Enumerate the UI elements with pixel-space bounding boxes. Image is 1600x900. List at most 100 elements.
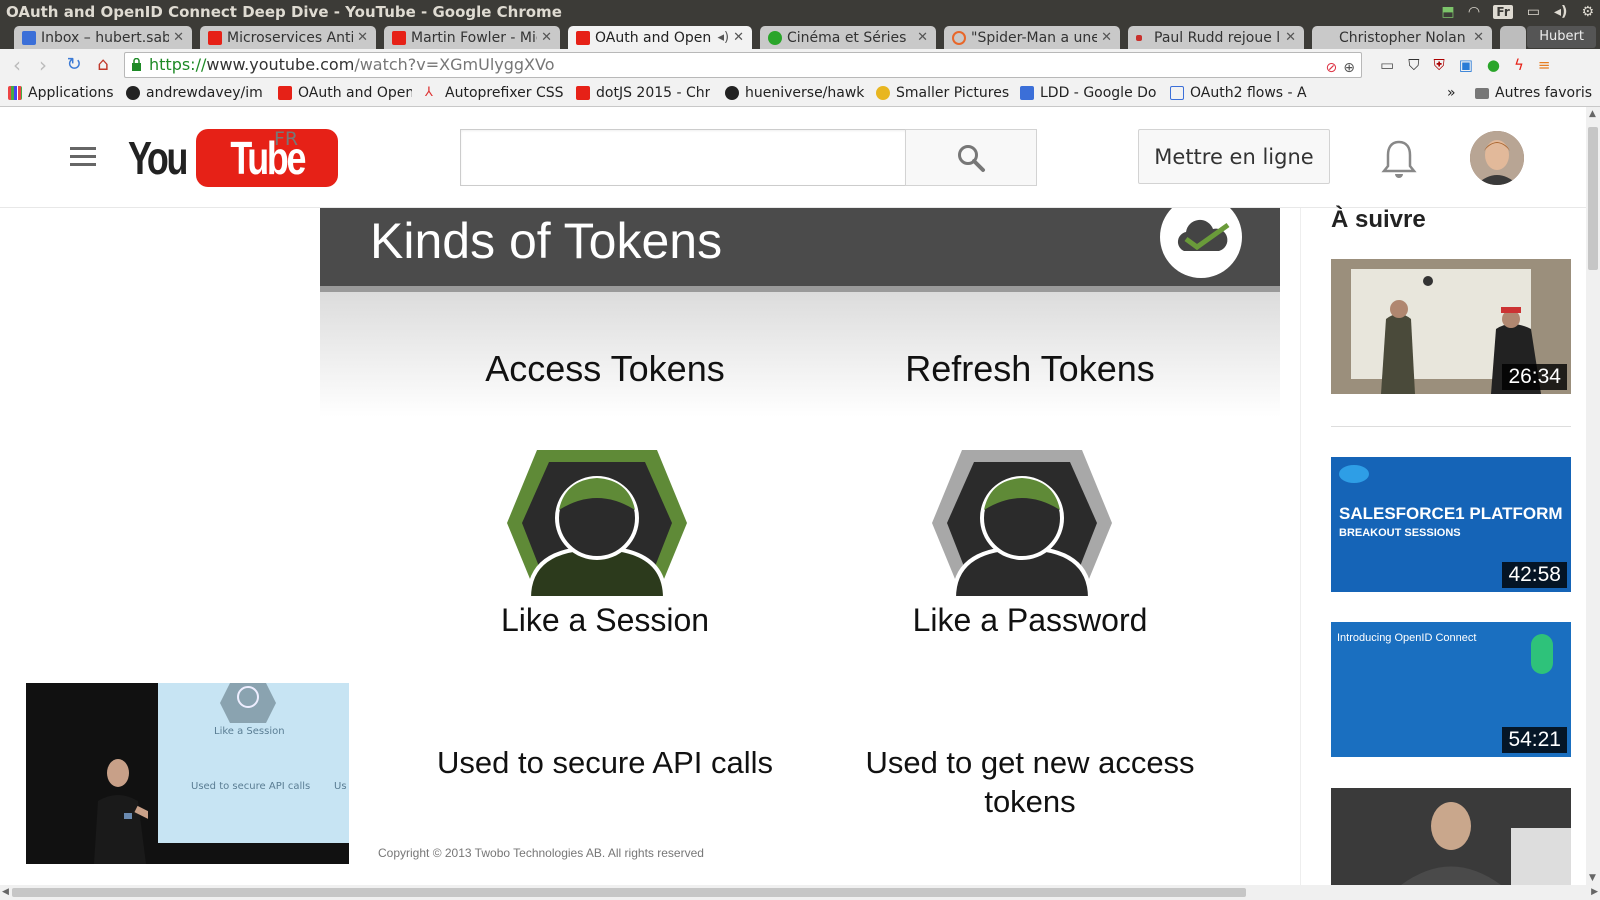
vertical-scrollbar[interactable]: ▲ ▼ (1586, 107, 1600, 885)
tab-inbox[interactable]: Inbox – hubert.sabl ✕ (14, 26, 192, 49)
pocket-icon[interactable]: ⛉ (1408, 56, 1419, 74)
tab-label: Martin Fowler - Mic (411, 29, 538, 46)
site-favicon-icon (1136, 34, 1142, 41)
projected-user-icon (220, 683, 276, 723)
bookmark-label: dotJS 2015 - Chri (596, 85, 710, 101)
scroll-up-arrow-icon[interactable]: ▲ (1589, 109, 1596, 119)
audio-playing-icon[interactable]: ◂) (717, 30, 729, 45)
projected-text-cut: Us (334, 781, 347, 792)
address-bar[interactable]: https://www.youtube.com/watch?v=XGmUlygg… (124, 52, 1362, 78)
tab-microservices[interactable]: Microservices Anti- ✕ (200, 26, 376, 49)
notifications-bell-icon[interactable] (1380, 138, 1418, 180)
logo-you-text: You (128, 132, 188, 184)
close-icon[interactable]: ✕ (1473, 30, 1484, 45)
url-scheme: https:// (149, 55, 207, 74)
video-thumb-headline: SALESFORCE1 PLATFORM (1339, 504, 1563, 523)
bookmark-oauth[interactable]: OAuth and Open (278, 85, 412, 101)
tab-spiderman[interactable]: "Spider-Man a une ✕ (944, 26, 1120, 49)
scroll-down-arrow-icon[interactable]: ▼ (1589, 873, 1596, 883)
flash-icon[interactable]: ϟ (1514, 56, 1524, 74)
up-next-separator (1331, 426, 1571, 427)
bulb-icon (876, 86, 890, 100)
blocked-content-icon[interactable]: ⊘ (1326, 56, 1338, 80)
ublock-icon[interactable]: ⛨ (1433, 56, 1444, 74)
guide-menu-icon[interactable] (70, 147, 96, 167)
up-next-heading: À suivre (1331, 206, 1426, 233)
cast-icon[interactable]: ▭ (1380, 56, 1394, 74)
battery-icon[interactable]: ▭ (1527, 4, 1540, 20)
close-icon[interactable]: ✕ (917, 30, 928, 45)
close-icon[interactable]: ✕ (173, 30, 184, 45)
close-icon[interactable]: ✕ (1101, 30, 1112, 45)
forward-arrow-icon[interactable]: › (32, 54, 54, 76)
close-icon[interactable]: ✕ (733, 30, 744, 45)
back-arrow-icon[interactable]: ‹ (6, 54, 28, 76)
youtube-logo[interactable]: You Tube (128, 128, 338, 188)
projected-slide (158, 683, 349, 843)
close-icon[interactable]: ✕ (1285, 30, 1296, 45)
horizontal-scrollbar[interactable]: ◀ ▶ (0, 885, 1600, 900)
keyboard-layout-indicator[interactable]: Fr (1493, 5, 1513, 19)
tab-label: Inbox – hubert.sabl (41, 29, 170, 46)
horizontal-scroll-thumb[interactable] (12, 888, 1246, 897)
bookmark-ldd[interactable]: LDD - Google Do (1020, 85, 1160, 101)
refresh-token-user-icon (932, 450, 1112, 598)
bookmark-label: hueniverse/hawk (745, 85, 865, 101)
up-next-video-1[interactable]: 26:34 (1331, 259, 1571, 394)
up-next-video-2[interactable]: SALESFORCE1 PLATFORM BREAKOUT SESSIONS 4… (1331, 457, 1571, 592)
tab-christopher-nolan[interactable]: Christopher Nolan ✕ (1312, 26, 1492, 49)
speaker-camera-inset: Like a Session Used to secure API calls … (26, 683, 349, 864)
tab-martin-fowler[interactable]: Martin Fowler - Mic ✕ (384, 26, 560, 49)
close-icon[interactable]: ✕ (541, 30, 552, 45)
reload-icon[interactable]: ↻ (63, 54, 85, 76)
bookmark-label: OAuth2 flows - A (1190, 85, 1307, 101)
wifi-icon[interactable]: ◠ (1469, 4, 1480, 20)
up-next-video-4[interactable] (1331, 788, 1571, 885)
bookmark-dotjs[interactable]: dotJS 2015 - Chri (576, 85, 710, 101)
tab-paul-rudd[interactable]: Paul Rudd rejoue la ✕ (1128, 26, 1304, 49)
refresh-token-analogy: Like a Password (912, 602, 1148, 638)
bookmark-other[interactable]: Autres favoris (1475, 85, 1592, 101)
profile-button[interactable]: Hubert (1527, 26, 1596, 48)
lock-icon (132, 58, 141, 71)
zoom-icon[interactable]: ⊕ (1343, 56, 1355, 80)
vertical-scroll-thumb[interactable] (1588, 127, 1598, 270)
account-avatar[interactable] (1470, 131, 1524, 185)
tab-oauth-active[interactable]: OAuth and Open ◂) ✕ (568, 26, 752, 49)
search-button[interactable] (905, 129, 1037, 186)
up-next-video-3[interactable]: Introducing OpenID Connect 54:21 (1331, 622, 1571, 757)
menu-icon[interactable]: ≡ (1538, 56, 1551, 74)
youtube-favicon-icon (208, 30, 222, 45)
bookmark-autoprefixer[interactable]: ⅄ Autoprefixer CSS (425, 85, 565, 101)
bookmark-label: OAuth and Open (298, 85, 412, 101)
bookmark-label: andrewdavey/im (146, 85, 263, 101)
close-icon[interactable]: ✕ (357, 30, 368, 45)
new-tab-button[interactable] (1500, 26, 1526, 49)
update-icon[interactable]: ⬒ (1441, 4, 1454, 20)
settings-gear-icon[interactable]: ⚙ (1581, 4, 1594, 20)
youtube-favicon-icon (392, 30, 406, 45)
tab-cinema[interactable]: Cinéma et Séries ✕ (760, 26, 936, 49)
bookmark-andrewdavey[interactable]: andrewdavey/im (126, 85, 268, 101)
bookmarks-overflow-chevron-icon[interactable]: » (1447, 85, 1456, 101)
bookmark-applications[interactable]: Applications (8, 85, 114, 101)
bookmark-oauth2-flows[interactable]: OAuth2 flows - A (1170, 85, 1312, 101)
slide-copyright: Copyright © 2013 Twobo Technologies AB. … (378, 846, 704, 860)
folder-icon (1475, 87, 1489, 99)
extensions-area: ▭ ⛉ ⛨ ▣ ● ϟ ≡ (1380, 56, 1550, 74)
scroll-left-arrow-icon[interactable]: ◀ (2, 887, 9, 897)
bookmark-hueniverse[interactable]: hueniverse/hawk (725, 85, 865, 101)
evernote-icon[interactable]: ● (1487, 56, 1500, 74)
home-icon[interactable]: ⌂ (92, 54, 114, 76)
scroll-right-arrow-icon[interactable]: ▶ (1591, 887, 1598, 897)
volume-icon[interactable]: ◂) (1554, 4, 1567, 20)
bookmark-label: Smaller Pictures (896, 85, 1010, 101)
upload-button[interactable]: Mettre en ligne (1138, 129, 1330, 184)
video-player[interactable]: Kinds of Tokens Access Tokens Refresh To… (320, 208, 1280, 885)
tab-label: OAuth and Open (595, 29, 712, 46)
extension-badge-icon[interactable]: ▣ (1459, 56, 1473, 74)
bookmark-smaller-pictures[interactable]: Smaller Pictures (876, 85, 1016, 101)
os-title-bar: OAuth and OpenID Connect Deep Dive - You… (0, 0, 1600, 24)
search-input[interactable] (460, 129, 906, 186)
github-icon (126, 86, 140, 100)
